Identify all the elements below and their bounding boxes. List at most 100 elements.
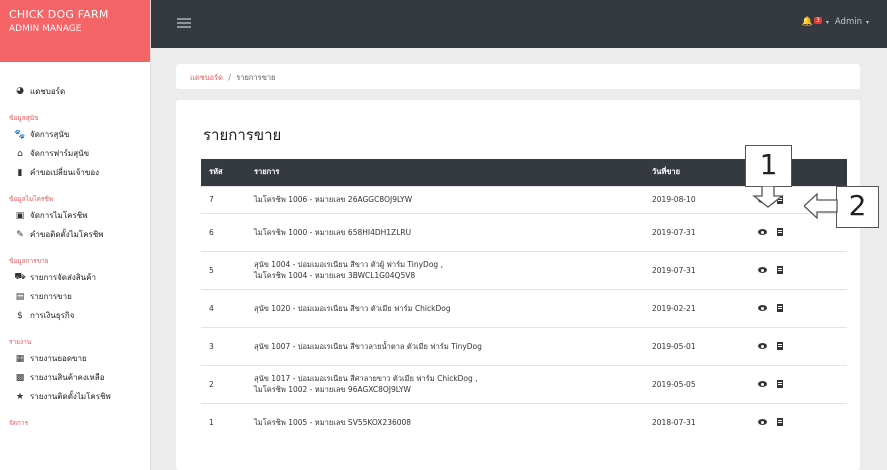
cell-item: สุนัข 1020 - ปอมเมอเรเนียน สีขาว ตัวเมีย… <box>246 288 644 327</box>
chevron-down-icon[interactable]: ▾ <box>826 19 829 26</box>
sales-table: รหัส รายการ วันที่ขาย ราการ 7ไมโครชิพ 10… <box>201 159 847 441</box>
dashboard-icon: ◕ <box>16 86 24 96</box>
cell-id: 4 <box>201 288 246 327</box>
syringe-icon: ✎ <box>16 229 24 240</box>
row-actions <box>752 380 847 388</box>
cell-item-line: ไมโครชิพ 1000 - หมายเลข 658HI4DH1ZLRU <box>254 227 412 237</box>
table-row: 7 ไมโครชิพ 1006 - หมายเลข 26AGGC8OJ9LYW 20… <box>201 185 847 213</box>
sidebar-section-gap <box>0 430 150 437</box>
user-menu[interactable]: Admin <box>835 17 862 27</box>
table-row: 5 สุนัข 1004 - ปอมเมอเรเนียน สีขาว ตัวผู้… <box>201 250 847 289</box>
cell-actions <box>744 250 847 289</box>
dollar-icon: $ <box>17 310 23 321</box>
cell-item: ไมโครชิพ 1000 - หมายเลข 658HI4DH1ZLRU <box>246 212 644 251</box>
sidebar-item-dashboard[interactable]: ◕ แดชบอร์ด <box>0 80 150 102</box>
eye-icon[interactable] <box>758 229 767 235</box>
row-actions <box>752 304 847 312</box>
document-icon[interactable] <box>777 304 783 312</box>
cell-item-line: สุนัข 1007 - ปอมเมอเรเนียน สีขาวลายน้ำตา… <box>254 341 482 351</box>
cell-item-line: ไมโครชิพ 1005 - หมายเลข SV55KOX236008 <box>254 417 412 427</box>
sidebar-item-label: คำขอติดตั้งไมโครชิพ <box>30 230 104 239</box>
cell-actions <box>744 364 847 403</box>
notification-badge: 3 <box>814 16 822 24</box>
cell-item: ไมโครชิพ 1005 - หมายเลข SV55KOX236008 <box>246 402 644 441</box>
table-row: 4 สุนัข 1020 - ปอมเมอเรเนียน สีขาว ตัวเมี… <box>201 288 847 327</box>
menu-toggle-icon[interactable] <box>177 18 191 28</box>
sidebar-section-gap <box>0 182 150 189</box>
sidebar-item-label: รายการขาย <box>30 292 72 301</box>
sidebar-item-box[interactable]: ▩ รายงานสินค้าคงเหลือ <box>0 368 150 387</box>
sidebar-item-syringe[interactable]: ✎ คำขอติดตั้งไมโครชิพ <box>0 225 150 244</box>
document-icon[interactable] <box>777 228 783 236</box>
cell-actions <box>744 402 847 441</box>
breadcrumb-home-link[interactable]: แดชบอร์ด <box>190 73 223 82</box>
cell-date: 2019-05-01 <box>644 326 744 365</box>
sidebar-item-dollar[interactable]: $ การเงินธุรกิจ <box>0 306 150 325</box>
column-header-id: รหัส <box>201 159 246 186</box>
document-icon[interactable] <box>777 380 783 388</box>
annotation-1: 1 <box>745 145 792 187</box>
sidebar-item-microchip[interactable]: ▣ จัดการไมโครชิพ <box>0 206 150 225</box>
chevron-down-icon[interactable]: ▾ <box>866 19 869 26</box>
eye-icon[interactable] <box>758 419 767 426</box>
cell-date: 2019-07-31 <box>644 250 744 289</box>
cell-item-line: สุนัข 1020 - ปอมเมอเรเนียน สีขาว ตัวเมีย… <box>254 303 451 313</box>
cell-date: 2019-02-21 <box>644 288 744 327</box>
brand-header[interactable]: CHICK DOG FARM ADMIN MANAGE <box>0 0 150 62</box>
annotation-arrow-left <box>804 193 838 219</box>
warehouse-icon: ⌂ <box>17 148 23 159</box>
sidebar-item-label: รายงานติดตั้งไมโครชิพ <box>30 392 111 401</box>
sidebar-item-cash-register[interactable]: ▤ รายการขาย <box>0 287 150 306</box>
star-icon: ★ <box>15 391 25 402</box>
paw-icon: 🐾 <box>14 129 26 140</box>
sidebar-menu: ◕ แดชบอร์ด ข้อมูลสุนัข 🐾 จัดการสุนัข ⌂ จัดกา… <box>0 62 150 437</box>
sidebar-item-paw[interactable]: 🐾 จัดการสุนัข <box>0 125 150 144</box>
cell-item: สุนัข 1007 - ปอมเมอเรเนียน สีขาวลายน้ำตา… <box>246 326 644 365</box>
cell-date: 2018-07-31 <box>644 402 744 441</box>
sidebar-item-star[interactable]: ★ รายงานติดตั้งไมโครชิพ <box>0 387 150 406</box>
sidebar-item-label: รายงานสินค้าคงเหลือ <box>30 373 105 382</box>
cell-item-line: ไมโครชิพ 1002 - หมายเลข 96AGXC8OJ9LYW <box>254 385 411 394</box>
cell-item: สุนัข 1004 - ปอมเมอเรเนียน สีขาว ตัวผู้ … <box>246 250 644 289</box>
cell-id: 2 <box>201 364 246 403</box>
cell-date: 2019-05-05 <box>644 364 744 403</box>
cell-item-line: ไมโครชิพ 1006 - หมายเลข 26AGGC8OJ9LYW <box>254 195 413 204</box>
annotation-arrow-down <box>752 186 784 208</box>
sidebar-item-label: การเงินธุรกิจ <box>30 311 75 320</box>
cell-id: 3 <box>201 326 246 365</box>
sidebar: CHICK DOG FARM ADMIN MANAGE ◕ แดชบอร์ด ข… <box>0 0 151 470</box>
sidebar-item-label: จัดการไมโครชิพ <box>30 211 88 220</box>
column-header-date: วันที่ขาย <box>644 159 744 186</box>
document-icon[interactable] <box>777 342 783 350</box>
eye-icon[interactable] <box>758 267 767 273</box>
cell-actions <box>744 288 847 327</box>
table-row: 1 ไมโครชิพ 1005 - หมายเลข SV55KOX236008 20… <box>201 402 847 441</box>
sidebar-section-header: รายงาน <box>9 338 32 346</box>
cell-item: สุนัข 1017 - ปอมเมอเรเนียน สีศาลายขาว ตั… <box>246 364 644 403</box>
bookmark-icon: ▮ <box>17 167 23 178</box>
cell-id: 1 <box>201 402 246 441</box>
eye-icon[interactable] <box>758 305 767 311</box>
eye-icon[interactable] <box>758 343 767 349</box>
sidebar-section-gap <box>0 406 150 413</box>
sidebar-item-bookmark[interactable]: ▮ คำขอเปลี่ยนเจ้าของ <box>0 163 150 182</box>
sidebar-section-header: ข้อมูลการขาย <box>9 257 49 265</box>
sidebar-item-truck[interactable]: ⛟ รายการจัดส่งสินค้า <box>0 268 150 287</box>
document-icon[interactable] <box>777 266 783 274</box>
sidebar-section-header: ข้อมูลสุนัข <box>9 114 39 122</box>
truck-icon: ⛟ <box>14 272 26 282</box>
topbar: 🔔 3 ▾ Admin ▾ <box>151 0 887 48</box>
sidebar-item-label: รายการจัดส่งสินค้า <box>30 273 96 282</box>
bell-icon[interactable]: 🔔 <box>802 17 813 27</box>
document-icon[interactable] <box>777 418 783 427</box>
sidebar-item-file[interactable]: ▦ รายงานยอดขาย <box>0 349 150 368</box>
cell-actions <box>744 326 847 365</box>
sidebar-item-warehouse[interactable]: ⌂ จัดการฟาร์มสุนัข <box>0 144 150 163</box>
brand-title: CHICK DOG FARM <box>9 8 109 21</box>
table-row: 2 สุนัข 1017 - ปอมเมอเรเนียน สีศาลายขาว ต… <box>201 364 847 403</box>
sidebar-item-label: แดชบอร์ด <box>30 86 66 96</box>
sidebar-section-header: ข้อมูลไมโครชิพ <box>9 195 54 203</box>
row-actions <box>752 342 847 350</box>
eye-icon[interactable] <box>758 381 767 387</box>
sidebar-section-gap <box>0 325 150 332</box>
